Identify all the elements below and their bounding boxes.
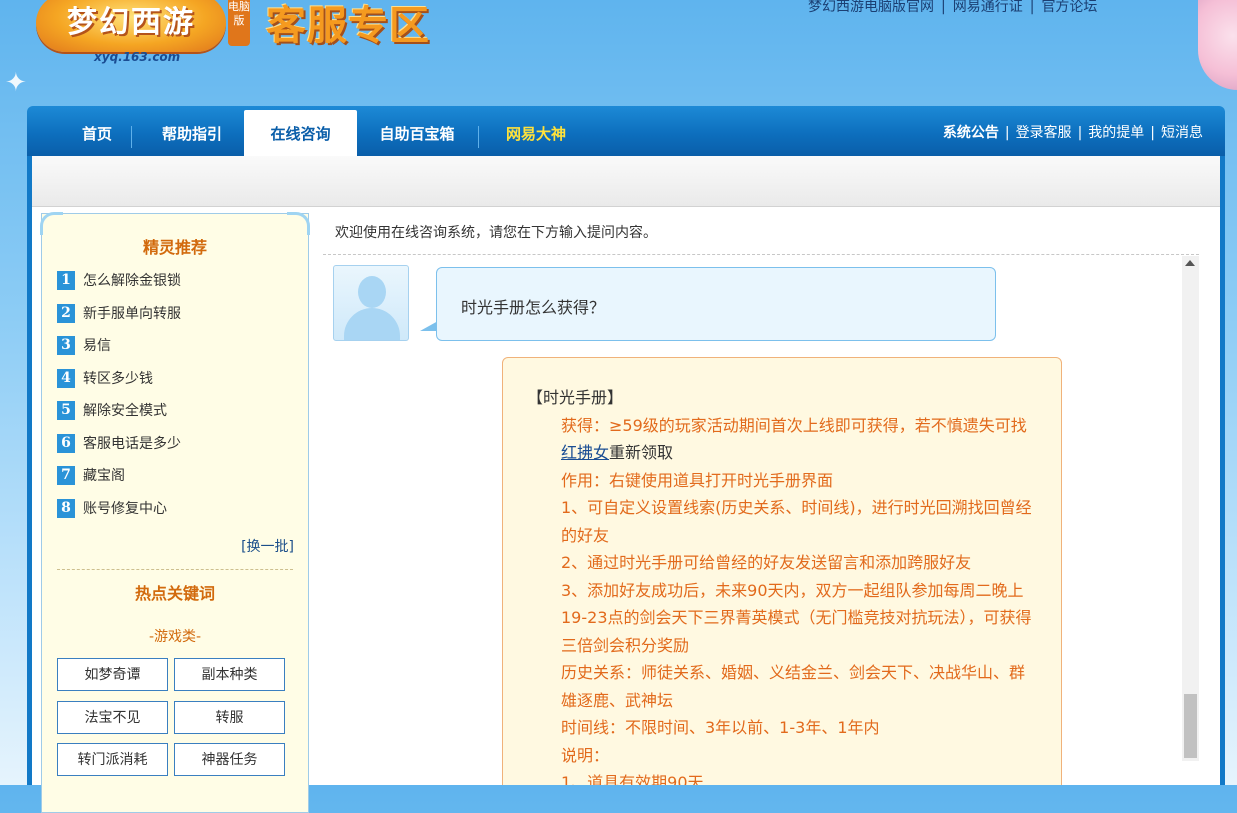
scroll-up-arrow-icon[interactable] [1185, 260, 1195, 266]
recommend-item-label: 藏宝阁 [83, 468, 125, 484]
scroll-thumb[interactable] [1184, 694, 1197, 758]
answer-point-2: 2、通过时光手册可给曾经的好友发送留言和添加跨服好友 [561, 553, 972, 572]
recommend-item-label: 易信 [83, 338, 111, 354]
answer-note-label: 说明： [561, 745, 610, 765]
recommend-item-label: 客服电话是多少 [83, 436, 181, 452]
corner-ornament [40, 212, 63, 235]
hot-keywords-title: 热点关键词 [134, 584, 215, 603]
rank-badge: 7 [57, 466, 75, 485]
top-link-passport[interactable]: 网易通行证 [953, 0, 1023, 15]
top-link-forum[interactable]: 官方论坛 [1041, 0, 1097, 15]
recommend-item[interactable]: 7 藏宝阁 [57, 466, 125, 486]
user-avatar [333, 265, 409, 341]
recommend-item-label: 转区多少钱 [83, 371, 153, 387]
main-container: 精灵推荐 1 怎么解除金银锁 2 新手服单向转服 3 易信 4 转区多少钱 5 解除安全模… [27, 156, 1225, 813]
npc-link-hongfunv[interactable]: 红拂女 [561, 443, 609, 462]
section-title: 客服专区 [266, 3, 430, 49]
recommend-item[interactable]: 4 转区多少钱 [57, 369, 153, 389]
nav-link-messages[interactable]: 短消息 [1161, 125, 1203, 141]
keyword-button[interactable]: 法宝不见 [57, 701, 168, 734]
logo-mark: 梦幻西游 [36, 0, 226, 52]
main-nav: 首页 帮助指引 在线咨询 自助百宝箱 网易大神 系统公告 | 登录客服 | 我的提单 | 短… [27, 106, 1225, 156]
top-links: 梦幻西游电脑版官网 | 网易通行证 | 官方论坛 [808, 0, 1097, 16]
nav-separator: | [1004, 125, 1010, 141]
chat-area: 时光手册怎么获得？ 【时光手册】 获得：≥59级的玩家活动期间首次上线即可获得，… [323, 255, 1178, 785]
keyword-category: -游戏类- [148, 629, 202, 645]
nav-link-my-tickets[interactable]: 我的提单 [1088, 125, 1144, 141]
nav-item-home[interactable]: 首页 [67, 106, 127, 156]
recommend-item[interactable]: 6 客服电话是多少 [57, 434, 181, 454]
avatar-head-shape [358, 276, 386, 308]
keyword-button[interactable]: 副本种类 [174, 658, 285, 691]
rank-badge: 5 [57, 401, 75, 420]
keyword-button[interactable]: 神器任务 [174, 743, 285, 776]
rank-badge: 4 [57, 369, 75, 388]
nav-link-announcement[interactable]: 系统公告 [943, 125, 999, 141]
nav-link-login[interactable]: 登录客服 [1016, 125, 1072, 141]
rank-badge: 3 [57, 336, 75, 355]
answer-usage: 作用：右键使用道具打开时光手册界面 [561, 470, 834, 490]
sidebar: 精灵推荐 1 怎么解除金银锁 2 新手服单向转服 3 易信 4 转区多少钱 5 解除安全模… [40, 212, 310, 813]
nav-item-online-consult[interactable]: 在线咨询 [244, 110, 357, 156]
logo-url: xyq.163.com [94, 50, 181, 64]
game-logo[interactable]: 梦幻西游 电脑版 xyq.163.com [36, 0, 251, 70]
answer-note-1: 1、道具有效期90天 [561, 773, 704, 785]
nav-separator: | [1077, 125, 1083, 141]
rank-badge: 8 [57, 499, 75, 518]
sidebar-divider [57, 569, 293, 570]
recommend-item[interactable]: 1 怎么解除金银锁 [57, 271, 181, 291]
user-question-bubble: 时光手册怎么获得？ [436, 267, 996, 341]
logo-badge: 电脑版 [228, 0, 250, 46]
nav-item-self-service[interactable]: 自助百宝箱 [367, 106, 467, 156]
answer-obtain: 获得：≥59级的玩家活动期间首次上线即可获得，若不慎遗失可找红拂女重新领取 [527, 412, 1037, 467]
mascot-decoration [1198, 0, 1237, 90]
rank-badge: 2 [57, 304, 75, 323]
recommend-title: 精灵推荐 [142, 238, 207, 257]
recommend-item[interactable]: 2 新手服单向转服 [57, 304, 181, 324]
user-question-text: 时光手册怎么获得？ [461, 298, 606, 317]
nav-right-links: 系统公告 | 登录客服 | 我的提单 | 短消息 [943, 106, 1203, 156]
rank-badge: 6 [57, 434, 75, 453]
recommend-item-label: 新手服单向转服 [83, 306, 181, 322]
nav-divider [478, 126, 479, 148]
answer-timeline: 时间线：不限时间、3年以前、1-3年、1年内 [561, 718, 880, 737]
recommend-item-label: 解除安全模式 [83, 403, 167, 419]
nav-item-netease-dashen[interactable]: 网易大神 [493, 106, 579, 156]
refresh-batch-link[interactable]: [换一批] [241, 536, 294, 556]
rank-badge: 1 [57, 271, 75, 290]
top-link-separator: | [941, 0, 946, 15]
sparkle-icon: ✦ [5, 68, 27, 98]
answer-card: 【时光手册】 获得：≥59级的玩家活动期间首次上线即可获得，若不慎遗失可找红拂女… [502, 357, 1062, 785]
sub-toolbar [32, 156, 1220, 207]
answer-heading: 【时光手册】 [527, 388, 624, 407]
nav-item-help[interactable]: 帮助指引 [149, 106, 235, 156]
answer-obtain-tail: 重新领取 [609, 443, 674, 462]
nav-separator: | [1150, 125, 1155, 141]
recommend-item-label: 账号修复中心 [83, 501, 167, 517]
recommend-item[interactable]: 3 易信 [57, 336, 111, 356]
recommend-item[interactable]: 5 解除安全模式 [57, 401, 167, 421]
top-link-separator: | [1029, 0, 1035, 15]
top-link-official[interactable]: 梦幻西游电脑版官网 [808, 0, 934, 15]
nav-divider [131, 126, 132, 148]
answer-history: 历史关系：师徒关系、婚姻、义结金兰、剑会天下、决战华山、群雄逐鹿、武神坛 [561, 663, 1026, 710]
answer-obtain-text: 获得：≥59级的玩家活动期间首次上线即可获得，若不慎遗失可找 [561, 415, 1027, 435]
chat-scrollbar[interactable] [1182, 256, 1199, 761]
answer-point-1: 1、可自定义设置线索(历史关系、时间线)，进行时光回溯找回曾经的好友 [561, 498, 1032, 545]
recommend-item-label: 怎么解除金银锁 [83, 273, 181, 289]
header: 梦幻西游 电脑版 xyq.163.com 客服专区 ✦ 梦幻西游电脑版官网 | 网易… [0, 0, 1237, 106]
keyword-button[interactable]: 转服 [174, 701, 285, 734]
corner-ornament [287, 212, 310, 235]
keyword-button[interactable]: 如梦奇谭 [57, 658, 168, 691]
avatar-body-shape [344, 308, 400, 340]
welcome-text: 欢迎使用在线咨询系统，请您在下方输入提问内容。 [335, 225, 657, 241]
recommend-item[interactable]: 8 账号修复中心 [57, 499, 167, 519]
answer-point-3: 3、添加好友成功后，未来90天内，双方一起组队参加每周二晚上19-23点的剑会天… [561, 580, 1032, 655]
keyword-button[interactable]: 转门派消耗 [57, 743, 168, 776]
